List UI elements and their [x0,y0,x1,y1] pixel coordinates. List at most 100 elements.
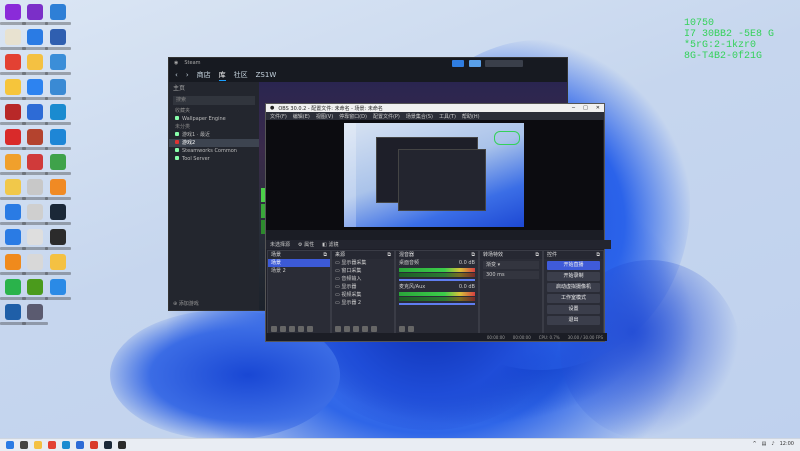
winrar-icon[interactable] [5,4,21,20]
folder-icon[interactable] [27,54,43,70]
app-icon[interactable] [27,104,43,120]
library-item[interactable]: Tool Server [169,155,259,163]
remove-icon[interactable] [280,325,286,332]
chrome-icon[interactable] [48,441,56,449]
library-item[interactable]: Steamworks Common [169,147,259,155]
down-icon[interactable] [307,325,313,332]
clock[interactable]: 12:00 [780,441,794,447]
obs-icon[interactable] [118,441,126,449]
file-explorer-icon[interactable] [34,441,42,449]
virtual-camera-button[interactable]: 启动虚拟摄像机 [547,283,600,292]
wechat-icon[interactable] [5,279,21,295]
app-icon[interactable] [50,279,66,295]
add-icon[interactable] [271,325,277,332]
dock-popout-icon[interactable]: ⧉ [471,251,475,259]
source-item[interactable]: ▭ 显示器采集 [332,259,394,267]
start-recording-button[interactable]: 开始录制 [547,272,600,281]
app-icon[interactable] [27,129,43,145]
file-icon[interactable] [27,254,43,270]
app-icon[interactable] [5,179,21,195]
start-streaming-button[interactable]: 开始直播 [547,261,600,270]
recycle-bin-icon[interactable] [50,54,66,70]
globe-icon[interactable] [50,154,66,170]
notification-button[interactable] [452,60,464,67]
arrow-app-icon[interactable] [5,204,21,220]
menu-icon[interactable] [408,325,414,332]
tab-community[interactable]: 社区 [234,70,248,80]
app-icon[interactable] [50,29,66,45]
search-icon[interactable] [20,441,28,449]
add-game-button[interactable]: ⊕ 添加游戏 [173,300,199,307]
steam-icon[interactable] [104,441,112,449]
obs-icon[interactable] [50,229,66,245]
steam-icon[interactable] [50,204,66,220]
obs-window[interactable]: ● OBS 30.0.2 - 配置文件: 未命名 - 场景: 未命名 ─ □ ✕… [265,103,611,342]
file-icon[interactable] [5,29,21,45]
forward-icon[interactable]: › [186,71,189,79]
maximize-icon[interactable]: □ [583,105,588,111]
windows-start-icon[interactable] [6,441,14,449]
menu-edit[interactable]: 编辑(E) [293,113,310,120]
nvidia-icon[interactable] [27,279,43,295]
friends-button[interactable] [469,60,481,67]
tab-profile[interactable]: ZS1W [256,71,277,79]
tab-store[interactable]: 商店 [197,70,211,80]
volume-slider[interactable] [399,279,475,281]
back-icon[interactable]: ‹ [175,71,178,79]
section-favorites[interactable]: 收藏夹 [169,107,259,115]
winrar-icon[interactable] [27,4,43,20]
menu-file[interactable]: 文件(F) [270,113,287,120]
down-icon[interactable] [371,325,377,332]
up-icon[interactable] [298,325,304,332]
steam-titlebar[interactable]: ◉ Steam [169,58,567,68]
chevron-up-icon[interactable]: ^ [752,441,756,447]
filter-icon[interactable] [289,325,295,332]
obs-titlebar[interactable]: ● OBS 30.0.2 - 配置文件: 未命名 - 场景: 未命名 ─ □ ✕ [266,104,604,112]
volume-slider[interactable] [399,303,475,305]
source-item[interactable]: ▭ 视频采集 [332,291,394,299]
dock-popout-icon[interactable]: ⧉ [535,251,539,259]
menu-tools[interactable]: 工具(T) [439,113,456,120]
network-icon[interactable]: ▤ [762,441,767,447]
tab-library[interactable]: 库 [218,70,226,81]
gear-icon[interactable] [399,325,405,332]
close-icon[interactable]: ✕ [596,105,600,111]
messenger-icon[interactable] [27,79,43,95]
netease-icon[interactable] [5,129,21,145]
file-icon[interactable] [27,229,43,245]
menu-scene-collection[interactable]: 场景集合(S) [406,113,433,120]
arrow-app-icon[interactable] [27,29,43,45]
add-icon[interactable] [335,325,341,332]
edge-icon[interactable] [62,441,70,449]
dock-popout-icon[interactable]: ⧉ [596,251,600,259]
obs-preview[interactable] [266,120,603,230]
properties-button[interactable]: ⚙ 属性 [298,241,314,248]
app-icon[interactable] [5,79,21,95]
exit-button[interactable]: 退出 [547,316,600,325]
menu-help[interactable]: 帮助(H) [462,113,480,120]
volume-icon[interactable]: ♪ [771,441,774,447]
chrome-icon[interactable] [5,54,21,70]
studio-mode-button[interactable]: 工作室模式 [547,294,600,303]
gear-icon[interactable] [353,325,359,332]
duration-input[interactable]: 300 ms [483,271,539,279]
app-icon[interactable] [5,304,21,320]
app-icon[interactable] [50,179,66,195]
settings-button[interactable]: 设置 [547,305,600,314]
source-item[interactable]: ▭ 音频输入 [332,275,394,283]
up-icon[interactable] [362,325,368,332]
folder-icon[interactable] [50,254,66,270]
network-icon[interactable] [50,79,66,95]
app-icon[interactable] [5,104,21,120]
file-icon[interactable] [27,179,43,195]
library-item[interactable]: 游戏2 [169,139,259,147]
menu-profile[interactable]: 配置文件(P) [373,113,400,120]
sidebar-header[interactable]: 主页 [169,82,259,94]
minimize-icon[interactable]: ─ [572,105,575,111]
menu-view[interactable]: 视图(V) [316,113,333,120]
vlc-icon[interactable] [5,254,21,270]
arrow-app-icon[interactable] [5,229,21,245]
source-item[interactable]: ▭ 窗口采集 [332,267,394,275]
app-icon[interactable] [27,304,43,320]
account-button[interactable] [485,60,523,67]
